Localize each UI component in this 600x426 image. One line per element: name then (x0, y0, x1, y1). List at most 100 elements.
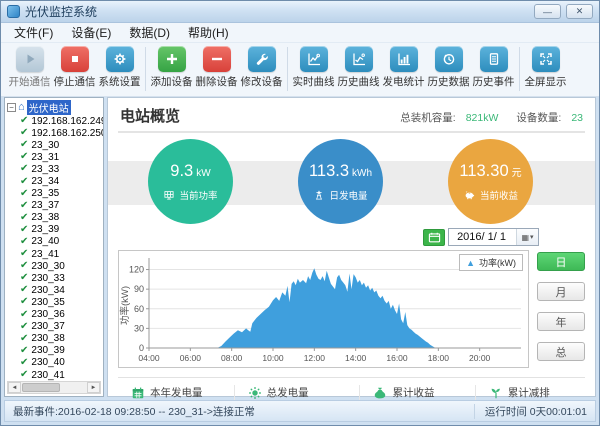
tree-item[interactable]: ✔ 23_33 (7, 163, 103, 175)
add-device-button[interactable]: 添加设备 (149, 46, 194, 89)
delete-device-button[interactable]: 删除设备 (194, 46, 239, 89)
close-button[interactable]: ✕ (566, 4, 593, 19)
area-swatch-icon: ▲ (466, 258, 475, 268)
date-picker[interactable]: 2016/ 1/ 1 ▦▾ (448, 228, 539, 246)
check-icon: ✔ (20, 225, 28, 235)
realtime-curve-button[interactable]: 实时曲线 (291, 46, 336, 89)
start-comm-button[interactable]: 开始通信 (7, 46, 52, 89)
minus-icon (203, 46, 231, 72)
edit-device-button[interactable]: 修改设备 (239, 46, 284, 89)
tree-item[interactable]: ✔ 23_40 (7, 236, 103, 248)
wrench-icon (248, 46, 276, 72)
tree-item[interactable]: ✔ 23_34 (7, 175, 103, 187)
check-icon: ✔ (20, 164, 28, 174)
check-icon: ✔ (20, 310, 28, 320)
check-icon: ✔ (20, 346, 28, 356)
tree-item[interactable]: ✔ 230_33 (7, 272, 103, 284)
content-area: − ⌂ 光伏电站 ✔ 192.168.162.249 ✔ 192.168.162… (4, 97, 596, 397)
toolbar: 开始通信 停止通信 系统设置 添加设备 删除设备 修改设备 (1, 43, 599, 97)
tree-item[interactable]: ✔ 192.168.162.250 (7, 127, 103, 139)
tree-item[interactable]: ✔ 230_30 (7, 260, 103, 272)
menu-item[interactable]: 数据(D) (120, 22, 179, 43)
sun-icon (248, 386, 262, 400)
bar-chart-icon (390, 46, 418, 72)
tree-horizontal-scrollbar[interactable]: ◄ ► (7, 381, 101, 394)
calendar-button[interactable] (423, 229, 445, 246)
tree-item[interactable]: ✔ 230_37 (7, 321, 103, 333)
device-count-value: 23 (571, 112, 583, 124)
menu-item[interactable]: 设备(E) (62, 22, 120, 43)
tree-item[interactable]: ✔ 23_39 (7, 224, 103, 236)
history-clock-icon (435, 46, 463, 72)
menu-item[interactable]: 帮助(H) (179, 22, 238, 43)
history-events-button[interactable]: 历史事件 (471, 46, 516, 89)
scrollbar-thumb[interactable] (22, 383, 60, 392)
tree-item[interactable]: ✔ 23_37 (7, 200, 103, 212)
minimize-button[interactable]: — (534, 4, 561, 19)
tree-item[interactable]: ✔ 230_34 (7, 284, 103, 296)
tree-item[interactable]: ✔ 23_30 (7, 139, 103, 151)
gauge-current-revenue: 113.30元 当前收益 (448, 139, 533, 224)
chart-row: 030609012004:0006:0008:0010:0012:0014:00… (118, 250, 585, 368)
stop-comm-button[interactable]: 停止通信 (52, 46, 97, 89)
generation-stats-button[interactable]: 发电统计 (381, 46, 426, 89)
tree-root-label: 光伏电站 (27, 100, 71, 115)
power-chart: 030609012004:0006:0008:0010:0012:0014:00… (118, 250, 529, 368)
svg-text:90: 90 (134, 284, 144, 294)
check-icon: ✔ (20, 237, 28, 247)
tree-item[interactable]: ✔ 230_38 (7, 333, 103, 345)
svg-text:14:00: 14:00 (345, 353, 367, 363)
check-icon: ✔ (20, 285, 28, 295)
svg-text:06:00: 06:00 (180, 353, 202, 363)
tree-root[interactable]: − ⌂ 光伏电站 (7, 100, 103, 115)
collapse-icon[interactable]: − (7, 103, 16, 112)
check-icon: ✔ (20, 213, 28, 223)
chart-legend: ▲ 功率(kW) (459, 254, 523, 271)
svg-text:0: 0 (139, 343, 144, 353)
tree-item[interactable]: ✔ 23_38 (7, 212, 103, 224)
solar-panel-icon (163, 189, 175, 201)
status-event: 最新事件:2016-02-18 09:28:50 -- 230_31->连接正常 (13, 404, 255, 419)
system-settings-button[interactable]: 系统设置 (97, 46, 142, 89)
tree-item[interactable]: ✔ 23_31 (7, 151, 103, 163)
check-icon: ✔ (20, 189, 28, 199)
calendar-icon (131, 386, 145, 400)
svg-text:04:00: 04:00 (138, 353, 160, 363)
tree-item[interactable]: ✔ 230_39 (7, 345, 103, 357)
scroll-left-icon[interactable]: ◄ (8, 382, 21, 393)
range-button-day[interactable]: 日 (537, 252, 585, 271)
gauge-daily-energy: 113.3kWh 日发电量 (298, 139, 383, 224)
tree-item[interactable]: ✔ 230_40 (7, 357, 103, 369)
tree-item[interactable]: ✔ 230_41 (7, 369, 103, 381)
calendar-grid-icon: ▦ (521, 233, 529, 242)
capacity-value: 821kW (466, 112, 499, 124)
svg-text:功率(kW): 功率(kW) (119, 286, 131, 325)
tree-item[interactable]: ✔ 230_35 (7, 296, 103, 308)
check-icon: ✔ (20, 116, 28, 126)
date-dropdown-button[interactable]: ▦▾ (516, 229, 538, 245)
plus-icon (158, 46, 186, 72)
piggy-bank-icon (463, 189, 476, 201)
menubar: 文件(F)设备(E)数据(D)帮助(H) (1, 23, 599, 43)
tree-item[interactable]: ✔ 230_36 (7, 309, 103, 321)
money-bag-icon (373, 386, 387, 400)
tree-item[interactable]: ✔ 23_35 (7, 188, 103, 200)
scroll-right-icon[interactable]: ► (87, 382, 100, 393)
range-button-month[interactable]: 月 (537, 282, 585, 301)
tree-item[interactable]: ✔ 23_41 (7, 248, 103, 260)
history-data-button[interactable]: 历史数据 (426, 46, 471, 89)
document-icon (480, 46, 508, 72)
fullscreen-button[interactable]: 全屏显示 (523, 46, 568, 89)
range-button-total[interactable]: 总 (537, 342, 585, 361)
tree-item[interactable]: ✔ 192.168.162.249 (7, 115, 103, 127)
history-curve-button[interactable]: 历史曲线 (336, 46, 381, 89)
statusbar: 最新事件:2016-02-18 09:28:50 -- 230_31->连接正常… (4, 400, 596, 422)
menu-item[interactable]: 文件(F) (5, 22, 62, 43)
gear-icon (106, 46, 134, 72)
gauge-band: 9.3kW 当前功率 113.3kWh 日发电量 113.30元 当前收益 (118, 137, 585, 224)
range-button-year[interactable]: 年 (537, 312, 585, 331)
capacity-label: 总装机容量: (400, 110, 455, 125)
home-icon: ⌂ (18, 102, 25, 113)
date-value: 2016/ 1/ 1 (449, 231, 516, 243)
check-icon: ✔ (20, 140, 28, 150)
